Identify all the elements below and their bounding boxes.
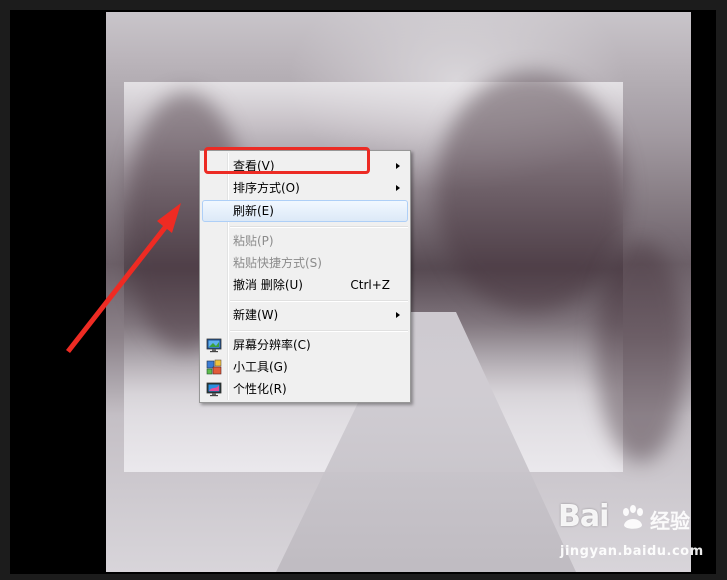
watermark-brand-suffix: 经验 — [650, 509, 690, 533]
watermark-brand: Bai — [558, 499, 609, 534]
annotation-arrow — [66, 203, 181, 353]
annotation-arrow-icon — [66, 203, 181, 353]
watermark-url: jingyan.baidu.com — [560, 544, 704, 559]
paw-icon — [623, 505, 643, 529]
baidu-jingyan-watermark: Bai 经验 jingyan.baidu.com — [558, 499, 708, 569]
